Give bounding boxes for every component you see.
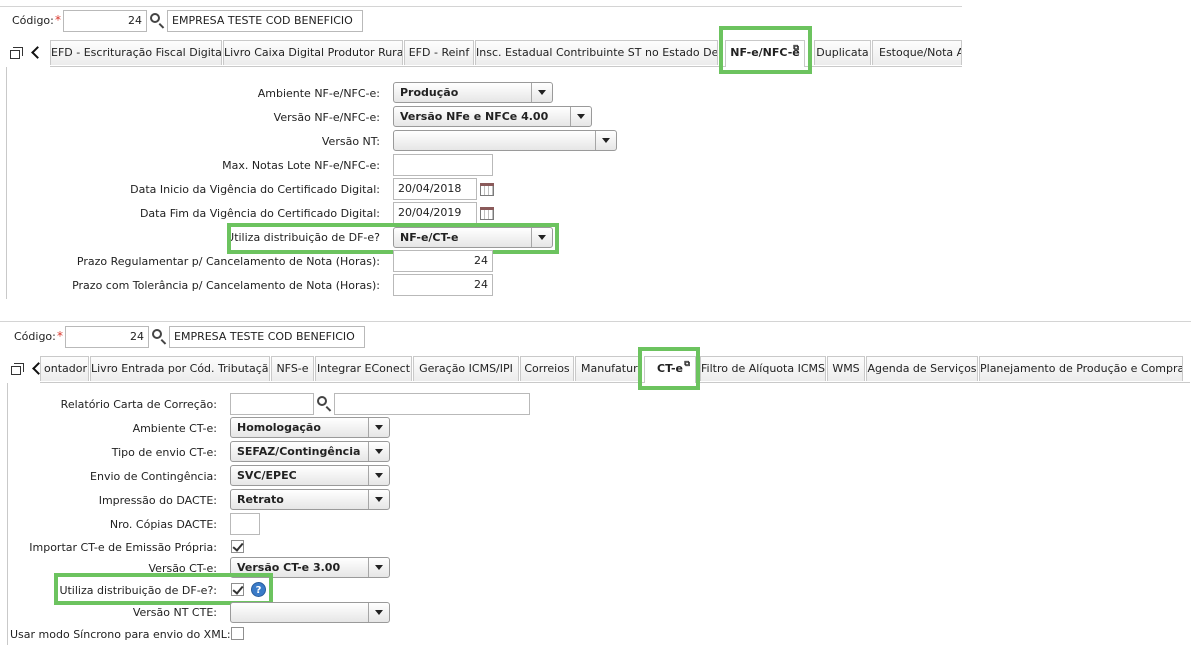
chevron-down-icon <box>531 83 552 102</box>
search-icon[interactable] <box>152 329 162 339</box>
tab-filtro-aliquota[interactable]: Filtro de Alíquota ICMS <box>700 356 826 381</box>
bottom-divider <box>0 321 1191 322</box>
select-value: Homologação <box>237 421 321 434</box>
impressao-dacte-label: Impressão do DACTE: <box>98 494 217 507</box>
codigo-label: Código: <box>14 330 56 343</box>
ambiente-cte-label: Ambiente CT-e: <box>132 422 217 435</box>
versao-nt-cte-label: Versão NT CTE: <box>132 606 217 619</box>
tab-contador[interactable]: ontador <box>40 356 89 381</box>
chevron-down-icon <box>368 603 389 622</box>
chevron-left-icon[interactable] <box>31 46 44 59</box>
versao-nfe-label: Versão NF-e/NFC-e: <box>273 111 380 124</box>
code-input[interactable]: 24 <box>65 326 149 348</box>
tab-wms[interactable]: WMS <box>827 356 865 381</box>
tab-livro-caixa[interactable]: Livro Caixa Digital Produtor Rural <box>223 40 403 65</box>
tab-estoque-nota[interactable]: Estoque/Nota Ac <box>872 40 962 65</box>
tab-integrar-econect[interactable]: Integrar EConect <box>315 356 412 381</box>
tab-efd-escrituracao[interactable]: EFD - Escrituração Fiscal Digital <box>50 40 222 65</box>
code-input[interactable]: 24 <box>63 10 147 32</box>
data-fim-input[interactable]: 20/04/2019 <box>393 202 477 224</box>
tipo-envio-select[interactable]: SEFAZ/Contingência <box>230 441 390 462</box>
tab-livro-entrada[interactable]: Livro Entrada por Cód. Tributação <box>90 356 270 381</box>
ambiente-nfe-label: Ambiente NF-e/NFC-e: <box>257 87 380 100</box>
chevron-down-icon <box>368 466 389 485</box>
versao-nfe-select[interactable]: Versão NFe e NFCe 4.00 <box>393 106 592 127</box>
importar-cte-label: Importar CT-e de Emissão Própria: <box>29 541 217 554</box>
data-inicio-input[interactable]: 20/04/2018 <box>393 178 477 200</box>
search-icon[interactable] <box>150 13 160 23</box>
tab-correios[interactable]: Correios <box>520 356 574 381</box>
data-fim-label: Data Fim da Vigência do Certificado Digi… <box>139 207 380 220</box>
chevron-down-icon <box>368 558 389 577</box>
select-value: Versão NFe e NFCe 4.00 <box>400 110 549 123</box>
search-icon[interactable] <box>317 396 327 406</box>
bottom-panel-border <box>7 383 8 645</box>
versao-nt-label: Versão NT: <box>321 135 380 148</box>
importar-cte-checkbox[interactable] <box>231 540 244 553</box>
modo-sincrono-checkbox[interactable] <box>231 627 244 640</box>
tab-planejamento[interactable]: Planejamento de Produção e Compras <box>979 356 1183 381</box>
window-restore-icon[interactable] <box>10 47 23 59</box>
tab-nfse[interactable]: NFS-e <box>271 356 314 381</box>
highlight-nfe-tab <box>719 26 812 74</box>
chevron-down-icon <box>368 490 389 509</box>
top-panel-border <box>6 67 7 299</box>
relatorio-code-input[interactable] <box>230 393 314 415</box>
top-tab-bar: EFD - Escrituração Fiscal Digital Livro … <box>50 40 962 67</box>
data-inicio-label: Data Inicio da Vigência do Certificado D… <box>130 183 380 196</box>
copias-dacte-label: Nro. Cópias DACTE: <box>109 518 217 531</box>
highlight-cte-tab <box>638 347 700 390</box>
max-notas-input[interactable] <box>393 154 493 176</box>
calendar-icon[interactable] <box>480 207 494 220</box>
max-notas-label: Max. Notas Lote NF-e/NFC-e: <box>222 159 380 172</box>
required-mark: * <box>55 13 61 27</box>
chevron-down-icon <box>368 442 389 461</box>
modo-sincrono-label: Usar modo Síncrono para envio do XML: <box>10 628 231 641</box>
tipo-envio-label: Tipo de envio CT-e: <box>111 446 217 459</box>
select-value: Retrato <box>237 493 284 506</box>
copias-dacte-input[interactable] <box>230 513 260 535</box>
relatorio-desc-field[interactable] <box>334 393 530 415</box>
envio-contingencia-select[interactable]: SVC/EPEC <box>230 465 390 486</box>
versao-nt-select[interactable] <box>393 130 617 151</box>
tab-manufatura[interactable]: Manufatura <box>575 356 640 381</box>
impressao-dacte-select[interactable]: Retrato <box>230 489 390 510</box>
prazo-tolerancia-label: Prazo com Tolerância p/ Cancelamento de … <box>72 279 380 292</box>
chevron-down-icon <box>595 131 616 150</box>
chevron-down-icon <box>368 418 389 437</box>
select-value: SVC/EPEC <box>237 469 297 482</box>
versao-nt-cte-select[interactable] <box>230 602 390 623</box>
prazo-regulamentar-input[interactable]: 24 <box>393 250 493 272</box>
highlight-distribuicao-cte <box>54 573 273 605</box>
select-value: Produção <box>400 86 459 99</box>
envio-contingencia-label: Envio de Contingência: <box>90 470 217 483</box>
window-restore-icon[interactable] <box>11 363 24 375</box>
prazo-regulamentar-label: Prazo Regulamentar p/ Cancelamento de No… <box>76 255 380 268</box>
prazo-tolerancia-input[interactable]: 24 <box>393 274 493 296</box>
company-name-field[interactable]: EMPRESA TESTE COD BENEFICIO <box>169 326 365 348</box>
codigo-label: Código: <box>12 14 54 27</box>
top-divider <box>0 6 962 7</box>
ambiente-nfe-select[interactable]: Produção <box>393 82 553 103</box>
company-name-field[interactable]: EMPRESA TESTE COD BENEFICIO <box>167 10 363 32</box>
tab-duplicata[interactable]: Duplicata <box>814 40 871 65</box>
required-mark: * <box>57 329 63 343</box>
tab-efd-reinf[interactable]: EFD - Reinf <box>404 40 474 65</box>
select-value: SEFAZ/Contingência <box>237 445 361 458</box>
relatorio-carta-label: Relatório Carta de Correção: <box>60 398 217 411</box>
tab-insc-estadual[interactable]: Insc. Estadual Contribuinte ST no Estado… <box>475 40 718 65</box>
calendar-icon[interactable] <box>480 183 494 196</box>
tab-agenda-servicos[interactable]: Agenda de Serviços <box>866 356 978 381</box>
ambiente-cte-select[interactable]: Homologação <box>230 417 390 438</box>
chevron-down-icon <box>570 107 591 126</box>
tab-geracao-icms[interactable]: Geração ICMS/IPI <box>413 356 519 381</box>
bottom-tab-bar: ontador Livro Entrada por Cód. Tributaçã… <box>40 356 1190 383</box>
